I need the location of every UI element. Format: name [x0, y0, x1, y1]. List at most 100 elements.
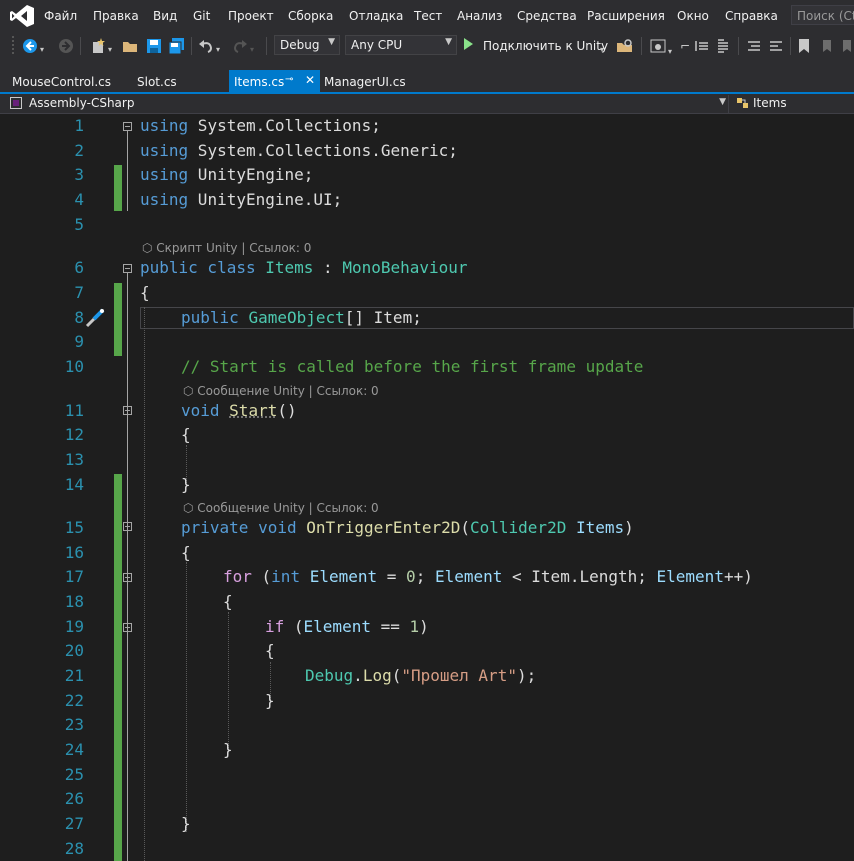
- token: OnTriggerEnter2D: [306, 518, 461, 537]
- save-icon[interactable]: [146, 38, 162, 54]
- code-line[interactable]: public class Items : MonoBehaviour: [140, 257, 468, 279]
- code-line[interactable]: using System.Collections;: [140, 115, 381, 137]
- quick-actions-screwdriver-icon[interactable]: [84, 307, 106, 333]
- forward-icon[interactable]: [58, 38, 74, 54]
- menu-view[interactable]: Вид: [153, 9, 177, 23]
- code-line[interactable]: {: [181, 424, 191, 446]
- code-line[interactable]: }: [223, 739, 233, 761]
- menu-test[interactable]: Тест: [414, 9, 442, 23]
- prev-bookmark-icon[interactable]: [820, 38, 834, 54]
- menu-project[interactable]: Проект: [228, 9, 274, 23]
- collapse-icon[interactable]: [123, 264, 132, 273]
- cube-icon: ⬡: [183, 384, 198, 398]
- token: using: [140, 190, 189, 209]
- code-line[interactable]: {: [265, 640, 275, 662]
- menu-git[interactable]: Git: [193, 9, 210, 23]
- menu-window[interactable]: Окно: [677, 9, 709, 23]
- codelens-text: Скрипт Unity | Ссылок: 0: [156, 241, 312, 255]
- menu-tools[interactable]: Средства: [517, 9, 577, 23]
- bookmark-icon[interactable]: [798, 38, 810, 54]
- configuration-dropdown[interactable]: Debug ▼: [274, 35, 340, 55]
- menu-debug[interactable]: Отладка: [349, 9, 403, 23]
- code-editor[interactable]: [0, 114, 854, 861]
- back-icon[interactable]: [22, 38, 38, 54]
- open-folder-icon[interactable]: [122, 38, 140, 54]
- project-dropdown[interactable]: Assembly-CSharp ▼: [10, 95, 729, 113]
- code-line-comment[interactable]: // Start is called before the first fram…: [181, 356, 643, 378]
- tab-managerui[interactable]: ManagerUI.cs: [320, 70, 430, 92]
- code-line[interactable]: Debug.Log("Прошел Art");: [305, 665, 536, 687]
- tab-slot[interactable]: Slot.cs: [125, 70, 229, 92]
- toolbar-grip[interactable]: [11, 35, 15, 55]
- codelens-unity-script[interactable]: ⬡ Скрипт Unity | Ссылок: 0: [142, 240, 311, 256]
- indent-guide: [186, 562, 187, 832]
- code-line[interactable]: public GameObject[] Item;: [181, 307, 422, 329]
- new-project-icon[interactable]: [90, 38, 106, 54]
- code-line[interactable]: {: [181, 542, 191, 564]
- code-line[interactable]: }: [181, 474, 191, 496]
- platform-dropdown[interactable]: Any CPU ▼: [345, 35, 457, 55]
- comment-lines-icon[interactable]: [746, 38, 762, 54]
- token: ): [624, 518, 634, 537]
- undo-icon[interactable]: [198, 38, 214, 54]
- collapse-icon[interactable]: [123, 573, 132, 582]
- type-dropdown[interactable]: Items: [734, 95, 854, 113]
- tab-mousecontrol[interactable]: MouseControl.cs: [0, 70, 125, 92]
- uncomment-lines-icon[interactable]: [768, 38, 784, 54]
- comment-icon[interactable]: ⌐: [680, 38, 690, 54]
- menu-edit[interactable]: Правка: [93, 9, 139, 23]
- code-line[interactable]: if (Element == 1): [265, 616, 429, 638]
- browser-link-icon[interactable]: [650, 38, 666, 54]
- back-dropdown-icon[interactable]: ▾: [40, 41, 44, 57]
- codelens-unity-message[interactable]: ⬡ Сообщение Unity | Ссылок: 0: [183, 383, 379, 399]
- code-line[interactable]: for (int Element = 0; Element < Item.Len…: [223, 566, 753, 588]
- line-number: 9: [74, 332, 84, 351]
- token: ;: [415, 567, 435, 586]
- code-line[interactable]: using UnityEngine;: [140, 164, 313, 186]
- attach-to-unity-button[interactable]: Подключить к Unity: [483, 39, 608, 53]
- collapse-icon[interactable]: [123, 623, 132, 632]
- play-icon[interactable]: [464, 38, 473, 50]
- run-dropdown-icon[interactable]: ▾: [600, 41, 604, 57]
- token: System.Collections.Generic;: [188, 141, 458, 160]
- find-in-files-icon[interactable]: [616, 38, 634, 54]
- redo-dropdown-icon[interactable]: ▾: [250, 41, 254, 57]
- code-line[interactable]: }: [181, 813, 191, 835]
- code-line[interactable]: void Start(): [181, 400, 297, 422]
- token: 0: [406, 567, 416, 586]
- code-line[interactable]: {: [140, 282, 150, 304]
- close-icon[interactable]: ✕: [305, 73, 315, 87]
- new-dropdown-icon[interactable]: ▾: [108, 41, 112, 57]
- next-bookmark-icon[interactable]: [840, 38, 854, 54]
- toolbar-separator: [738, 37, 739, 55]
- pin-icon[interactable]: ⊸: [285, 74, 293, 85]
- indent-icon[interactable]: [694, 38, 710, 54]
- menu-analyze[interactable]: Анализ: [457, 9, 502, 23]
- overflow-icon[interactable]: ▾: [668, 43, 672, 59]
- tab-items[interactable]: Items.cs ⊸ ✕: [229, 70, 320, 92]
- code-line[interactable]: using System.Collections.Generic;: [140, 140, 458, 162]
- collapse-icon[interactable]: [123, 406, 132, 415]
- search-input[interactable]: Поиск (Ctrl+Q): [791, 5, 854, 25]
- code-line[interactable]: using UnityEngine.UI;: [140, 189, 342, 211]
- codelens-unity-message[interactable]: ⬡ Сообщение Unity | Ссылок: 0: [183, 500, 379, 516]
- outdent-icon[interactable]: [716, 38, 732, 54]
- menu-help[interactable]: Справка: [725, 9, 778, 23]
- collapse-icon[interactable]: [123, 122, 132, 131]
- save-all-icon[interactable]: [168, 38, 186, 54]
- token: class: [197, 258, 266, 277]
- menu-extensions[interactable]: Расширения: [587, 9, 665, 23]
- redo-icon[interactable]: [232, 38, 248, 54]
- code-line[interactable]: private void OnTriggerEnter2D(Collider2D…: [181, 517, 634, 539]
- menu-build[interactable]: Сборка: [288, 9, 333, 23]
- token: public: [181, 308, 239, 327]
- type-name: Items: [753, 96, 787, 110]
- collapse-icon[interactable]: [123, 522, 132, 531]
- menu-file[interactable]: Файл: [44, 9, 77, 23]
- csharp-project-icon: [10, 97, 22, 112]
- code-line[interactable]: {: [223, 591, 233, 613]
- line-number: 19: [64, 617, 84, 636]
- undo-dropdown-icon[interactable]: ▾: [216, 41, 220, 57]
- visual-studio-logo-icon[interactable]: [9, 4, 35, 28]
- code-line[interactable]: }: [265, 690, 275, 712]
